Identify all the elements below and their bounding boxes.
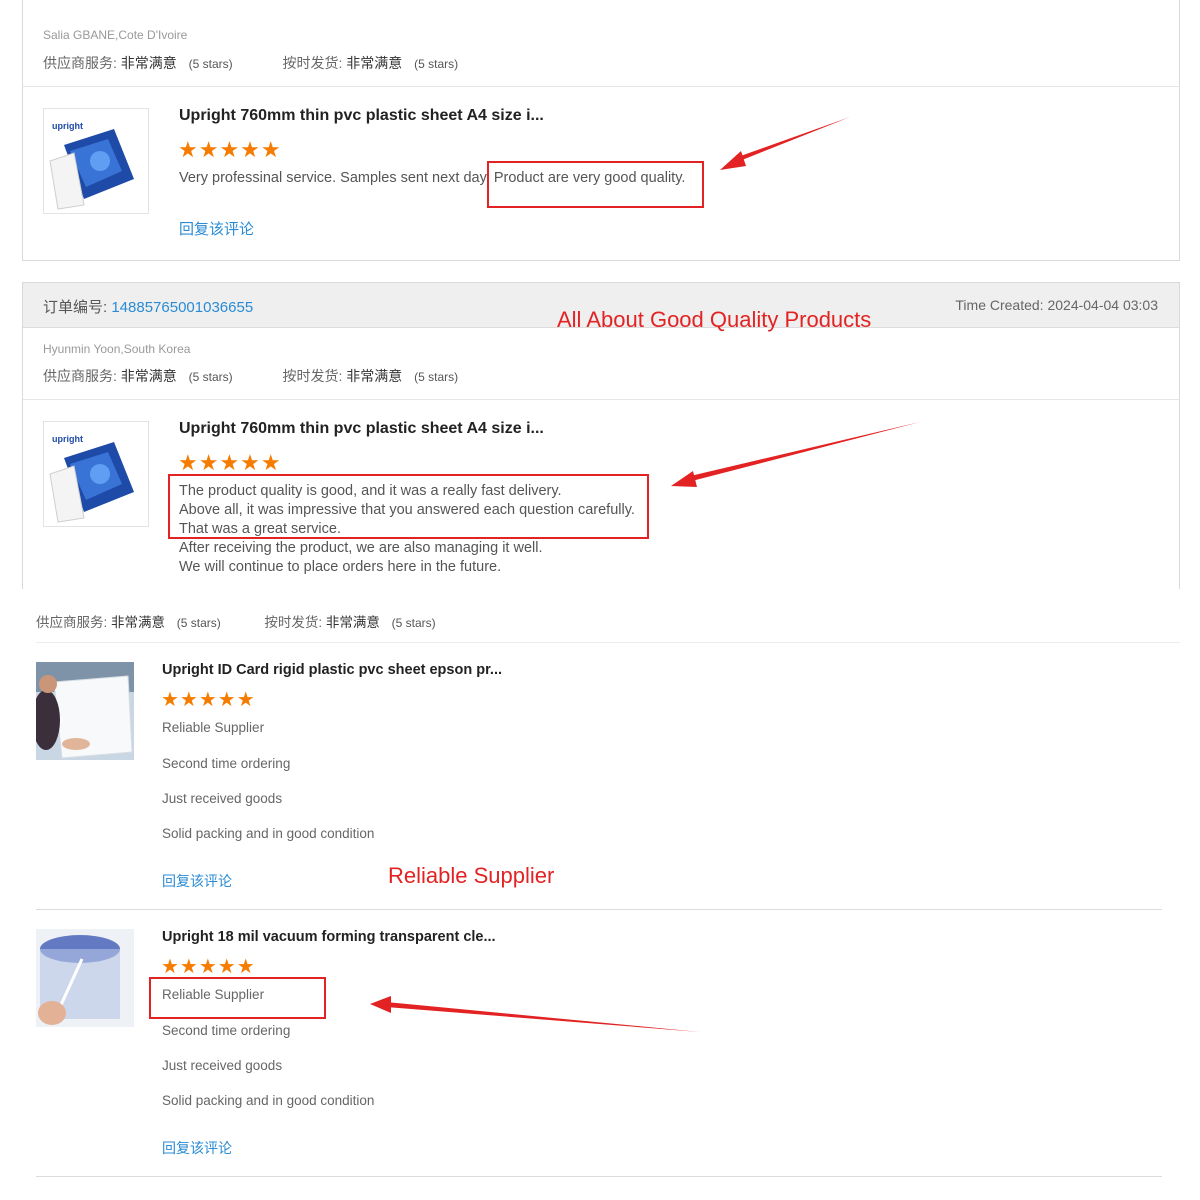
arrow-head-icon — [370, 996, 391, 1013]
arrow-shaft — [686, 422, 920, 482]
arrow-head-icon — [671, 471, 697, 487]
arrow-shaft — [735, 117, 850, 162]
arrow-shaft — [386, 1002, 700, 1032]
annotation-arrows — [370, 117, 920, 1032]
arrow-head-icon — [720, 151, 746, 170]
